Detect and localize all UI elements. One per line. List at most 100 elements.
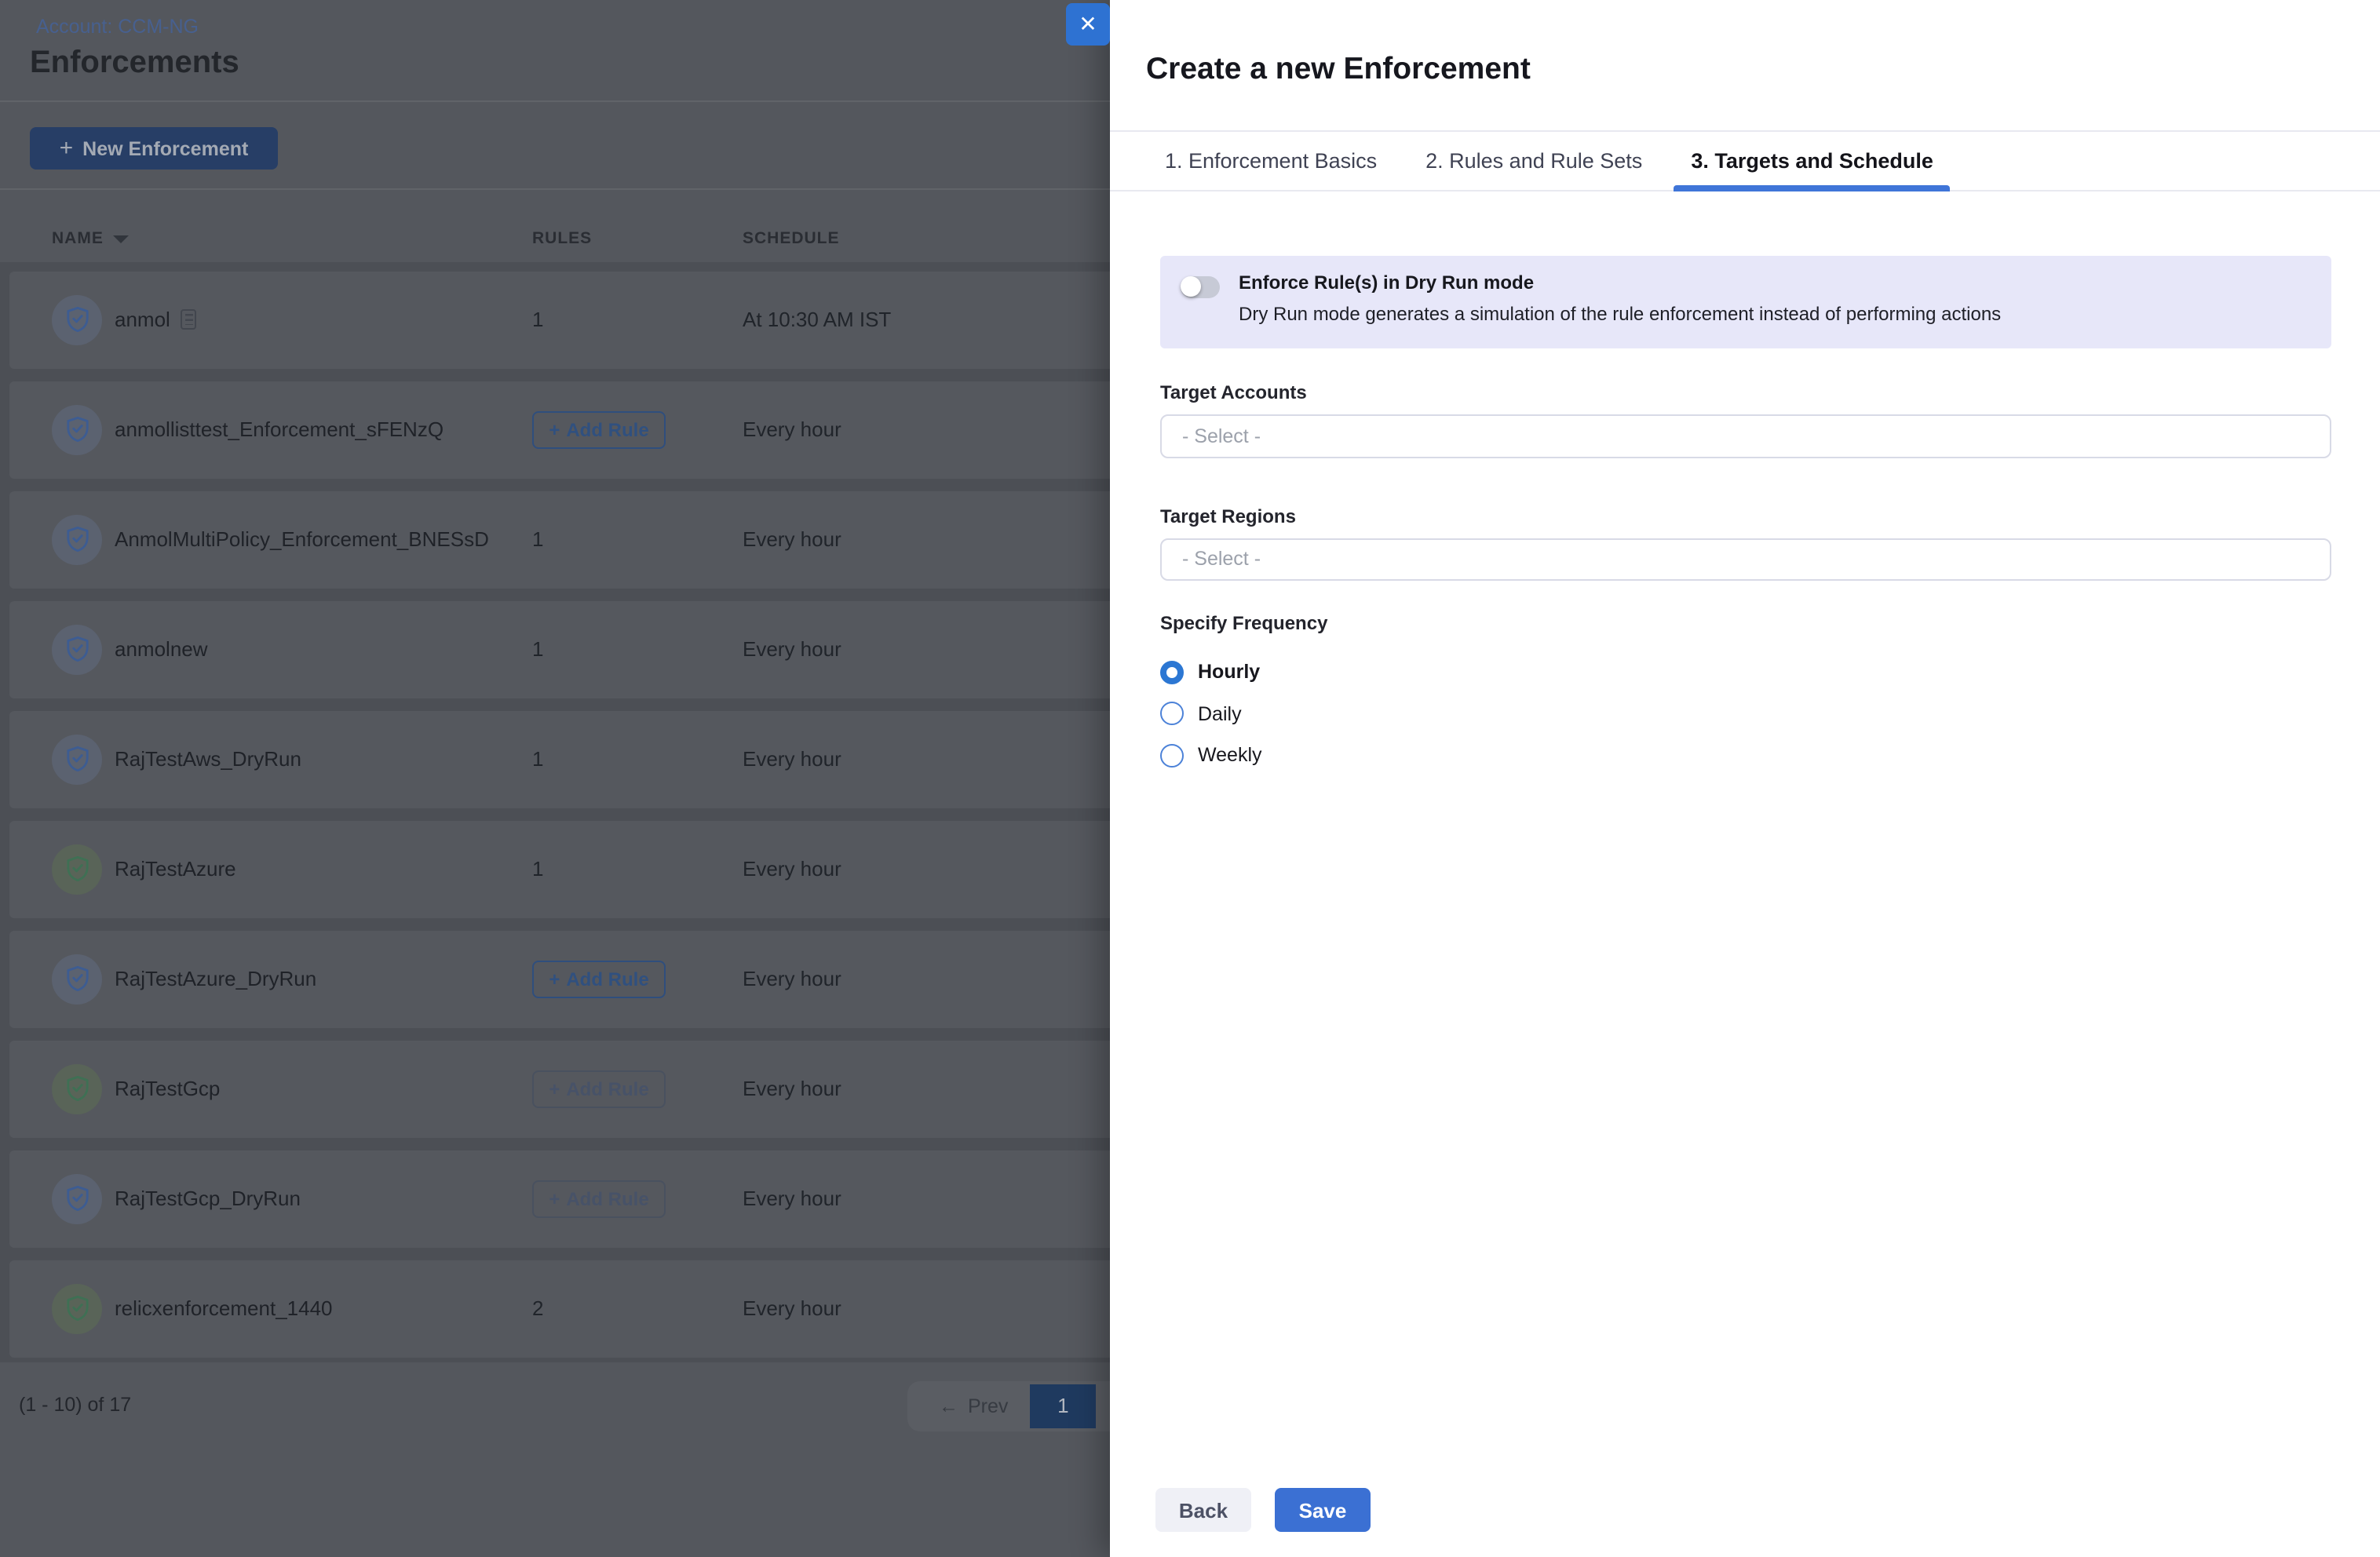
- add-rule-button[interactable]: +Add Rule: [532, 410, 666, 448]
- shield-check-icon: [52, 734, 102, 784]
- select-placeholder: - Select -: [1182, 425, 1261, 447]
- new-enforcement-button[interactable]: + New Enforcement: [30, 127, 278, 170]
- target-regions-field: Target Regions - Select -: [1160, 505, 2331, 581]
- wizard-tabs: 1. Enforcement Basics2. Rules and Rule S…: [1110, 130, 2380, 191]
- dry-run-text: Enforce Rule(s) in Dry Run mode Dry Run …: [1239, 273, 2001, 323]
- schedule-value: Every hour: [743, 1260, 841, 1358]
- table-row[interactable]: anmolnew1Every hour: [9, 600, 1171, 698]
- plus-icon: +: [549, 418, 560, 440]
- divider: [0, 188, 1143, 190]
- new-enforcement-label: New Enforcement: [82, 137, 248, 159]
- enforcement-name: anmollisttest_Enforcement_sFENzQ: [115, 381, 444, 479]
- table-row[interactable]: RajTestGcp_DryRun+Add RuleEvery hour: [9, 1150, 1171, 1248]
- radio-icon[interactable]: [1160, 744, 1184, 768]
- screen: Account: CCM-NG Enforcements + New Enfor…: [0, 0, 2380, 1557]
- enforcement-name: RajTestGcp: [115, 1040, 220, 1138]
- table-row[interactable]: anmol 1 At 10:30 AM IST: [9, 271, 1171, 369]
- rules-count: 1: [532, 710, 543, 808]
- schedule-value: Every hour: [743, 490, 841, 589]
- enforcement-name-text: RajTestAzure: [115, 858, 236, 881]
- tab--targets-and-schedule[interactable]: 3. Targets and Schedule: [1674, 132, 1951, 190]
- shield-check-icon: [52, 514, 102, 564]
- schedule-value: At 10:30 AM IST: [743, 271, 891, 369]
- enforcement-name-text: relicxenforcement_1440: [115, 1297, 333, 1321]
- page-title: Enforcements: [30, 46, 239, 82]
- shield-check-icon: [52, 294, 102, 345]
- table-row[interactable]: RajTestAzure 1 Every hour: [9, 820, 1171, 918]
- frequency-option-hourly[interactable]: Hourly: [1160, 651, 2331, 693]
- column-header-rules: RULES: [532, 229, 592, 248]
- frequency-options: Hourly Daily Weekly: [1160, 651, 2331, 776]
- shield-check-icon: [52, 1283, 102, 1333]
- copy-id-icon[interactable]: [181, 310, 197, 330]
- table-row[interactable]: RajTestGcp+Add RuleEvery hour: [9, 1040, 1171, 1138]
- rules-count: 1: [532, 271, 543, 369]
- target-accounts-label: Target Accounts: [1160, 381, 2331, 403]
- divider: [0, 100, 1143, 102]
- table-row[interactable]: anmollisttest_Enforcement_sFENzQ +Add Rul…: [9, 381, 1171, 479]
- rules-count: 1: [532, 820, 543, 918]
- add-rule-button: +Add Rule: [532, 1180, 666, 1217]
- frequency-option-daily[interactable]: Daily: [1160, 693, 2331, 735]
- enforcement-name: AnmolMultiPolicy_Enforcement_BNESsD: [115, 490, 489, 589]
- close-drawer-button[interactable]: ✕: [1066, 3, 1110, 46]
- schedule-value: Every hour: [743, 930, 841, 1028]
- prev-label: Prev: [968, 1395, 1008, 1417]
- frequency-label: Weekly: [1198, 745, 1262, 767]
- radio-icon[interactable]: [1160, 702, 1184, 726]
- arrow-left-icon: ←: [939, 1395, 958, 1417]
- enforcement-name-text: AnmolMultiPolicy_Enforcement_BNESsD: [115, 528, 489, 552]
- add-rule-button: +Add Rule: [532, 1070, 666, 1107]
- target-accounts-field: Target Accounts - Select -: [1160, 381, 2331, 458]
- shield-check-icon: [52, 1173, 102, 1223]
- plus-icon: +: [549, 1187, 560, 1209]
- select-placeholder: - Select -: [1182, 549, 1261, 571]
- table-row[interactable]: RajTestAzure_DryRun +Add Rule Every hour: [9, 930, 1171, 1028]
- shield-check-icon: [52, 404, 102, 454]
- table-row[interactable]: relicxenforcement_1440 2 Every hour: [9, 1260, 1171, 1358]
- dry-run-description: Dry Run mode generates a simulation of t…: [1239, 304, 2001, 323]
- frequency-label: Hourly: [1198, 662, 1260, 684]
- table-body: anmol 1 At 10:30 AM IST anmollisttest_Enfor…: [0, 262, 1143, 1362]
- enforcement-name-text: RajTestAzure_DryRun: [115, 968, 316, 991]
- plus-icon: +: [549, 968, 560, 990]
- enforcement-name: anmolnew: [115, 600, 208, 698]
- column-header-name[interactable]: NAME: [52, 229, 104, 248]
- save-button[interactable]: Save: [1275, 1488, 1371, 1532]
- add-rule-button[interactable]: +Add Rule: [532, 960, 666, 997]
- plus-icon: +: [60, 134, 74, 161]
- table-row[interactable]: AnmolMultiPolicy_Enforcement_BNESsD 1 Ever…: [9, 490, 1171, 589]
- toggle-knob-icon: [1181, 277, 1201, 297]
- enforcement-name-text: RajTestGcp: [115, 1078, 220, 1101]
- shield-check-icon: [52, 844, 102, 894]
- table-row[interactable]: RajTestAws_DryRun1Every hour: [9, 710, 1171, 808]
- enforcement-name-text: anmol: [115, 308, 170, 332]
- radio-icon[interactable]: [1160, 661, 1184, 684]
- schedule-value: Every hour: [743, 381, 841, 479]
- tab--enforcement-basics[interactable]: 1. Enforcement Basics: [1148, 132, 1394, 190]
- tab--rules-and-rule-sets[interactable]: 2. Rules and Rule Sets: [1408, 132, 1659, 190]
- shield-check-icon: [52, 954, 102, 1004]
- enforcement-name-text: RajTestAws_DryRun: [115, 748, 301, 771]
- schedule-value: Every hour: [743, 820, 841, 918]
- dry-run-banner: Enforce Rule(s) in Dry Run mode Dry Run …: [1160, 256, 2331, 348]
- target-regions-select[interactable]: - Select -: [1160, 538, 2331, 581]
- page-button-1[interactable]: 1: [1030, 1384, 1096, 1428]
- target-accounts-select[interactable]: - Select -: [1160, 414, 2331, 458]
- dry-run-toggle[interactable]: [1181, 276, 1220, 297]
- drawer-body: Enforce Rule(s) in Dry Run mode Dry Run …: [1160, 193, 2331, 776]
- schedule-value: Every hour: [743, 1150, 841, 1248]
- create-enforcement-drawer: Create a new Enforcement 1. Enforcement …: [1110, 0, 2380, 1557]
- shield-check-icon: [52, 1063, 102, 1114]
- account-breadcrumb-link[interactable]: Account: CCM-NG: [36, 16, 199, 38]
- pagination-range: (1 - 10) of 17: [19, 1394, 131, 1416]
- rules-count: 2: [532, 1260, 543, 1358]
- prev-page-button[interactable]: ← Prev: [907, 1395, 1030, 1417]
- enforcement-name: relicxenforcement_1440: [115, 1260, 333, 1358]
- back-button[interactable]: Back: [1155, 1488, 1251, 1532]
- rules-count: 1: [532, 490, 543, 589]
- sort-caret-icon[interactable]: [113, 235, 129, 243]
- frequency-option-weekly[interactable]: Weekly: [1160, 735, 2331, 776]
- enforcement-name: RajTestAzure: [115, 820, 236, 918]
- target-regions-label: Target Regions: [1160, 505, 2331, 527]
